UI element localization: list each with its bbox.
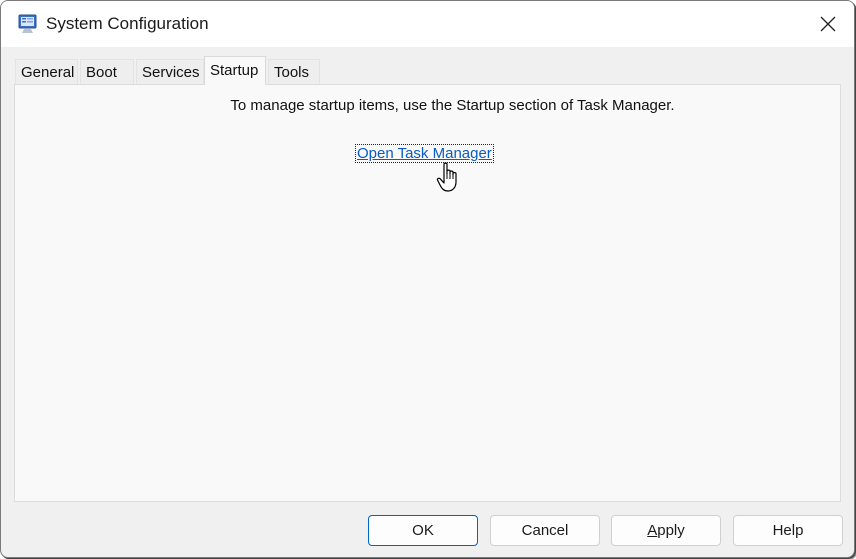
close-button[interactable] (802, 1, 854, 47)
tab-boot[interactable]: Boot (80, 59, 134, 84)
tab-general[interactable]: General (15, 59, 78, 84)
apply-mnemonic: A (647, 522, 658, 539)
system-configuration-window: System Configuration General Boot Servic… (0, 0, 855, 558)
apply-label: pply (657, 522, 685, 539)
open-task-manager-link[interactable]: Open Task Manager (355, 144, 494, 163)
ok-button[interactable]: OK (368, 515, 478, 546)
apply-button[interactable]: Apply (611, 515, 721, 546)
title-bar: System Configuration (1, 1, 854, 47)
hand-pointer-cursor-icon (436, 162, 457, 192)
window-title: System Configuration (46, 14, 209, 33)
tab-startup[interactable]: Startup (204, 56, 266, 85)
tab-tools[interactable]: Tools (268, 59, 320, 84)
startup-tab-panel: To manage startup items, use the Startup… (14, 84, 841, 502)
help-button[interactable]: Help (733, 515, 843, 546)
close-icon (820, 16, 836, 32)
cancel-button[interactable]: Cancel (490, 515, 600, 546)
system-configuration-icon (17, 13, 39, 35)
tab-services[interactable]: Services (136, 59, 204, 84)
startup-info-message: To manage startup items, use the Startup… (230, 97, 675, 114)
